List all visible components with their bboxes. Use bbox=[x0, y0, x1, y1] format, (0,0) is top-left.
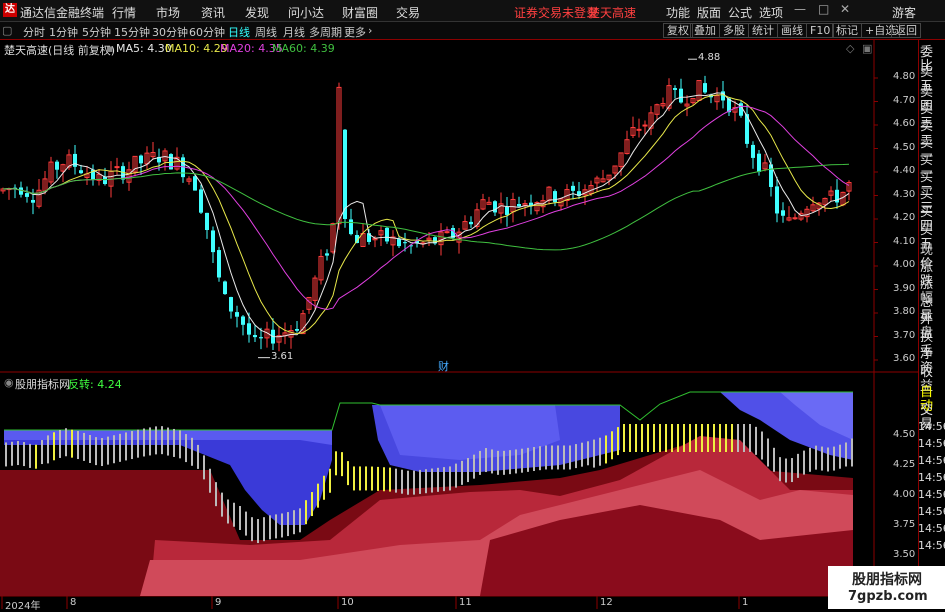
tick-time: 14:56 bbox=[918, 522, 945, 535]
indicator-axis-tick: 4.50 bbox=[893, 429, 916, 440]
indicator-axis-tick: 3.50 bbox=[893, 549, 916, 560]
watermark-text-1: 股朋指标网 bbox=[852, 572, 922, 588]
tick-time: 14:56 bbox=[918, 454, 945, 467]
price-axis-tick: 4.30 bbox=[893, 188, 916, 200]
sub-chart-title: 股朋指标网 bbox=[15, 378, 70, 391]
date-axis-label: 11 bbox=[459, 597, 472, 608]
watermark-text-2: 7gpzb.com bbox=[848, 589, 928, 604]
watermark-logo: 股朋指标网 7gpzb.com bbox=[828, 566, 945, 609]
price-axis-tick: 4.40 bbox=[893, 165, 916, 176]
price-axis-tick: 4.00 bbox=[893, 259, 916, 270]
date-axis-label: 2024年 bbox=[5, 601, 41, 612]
kline-chart[interactable] bbox=[0, 0, 945, 609]
tick-time: 14:56 bbox=[918, 437, 945, 450]
price-axis-tick: 4.60 bbox=[893, 118, 916, 129]
price-axis-tick: 4.70 bbox=[893, 94, 916, 106]
indicator-axis-tick: 3.75 bbox=[893, 519, 916, 530]
date-axis-label: 1 bbox=[742, 597, 749, 608]
tick-time: 14:56 bbox=[918, 471, 945, 484]
reversal-indicator-label: 反转: 4.24 bbox=[68, 378, 122, 391]
tick-time: 14:56 bbox=[918, 420, 945, 433]
price-axis-tick: 4.20 bbox=[893, 212, 916, 223]
indicator-axis-tick: 4.25 bbox=[893, 459, 916, 470]
price-axis-tick: 4.50 bbox=[893, 141, 916, 153]
date-axis-label: 10 bbox=[341, 597, 354, 608]
tick-time: 14:56 bbox=[918, 539, 945, 552]
sub-dropdown-icon[interactable]: ◉ bbox=[4, 376, 14, 389]
tick-time: 14:56 bbox=[918, 488, 945, 501]
low-price-label: 3.61 bbox=[271, 350, 294, 362]
tick-time: 14:56 bbox=[918, 505, 945, 518]
price-axis-tick: 4.80 bbox=[893, 71, 916, 82]
date-axis-label: 9 bbox=[215, 597, 222, 608]
date-axis-label: 12 bbox=[600, 597, 613, 608]
price-axis-tick: 3.80 bbox=[893, 306, 916, 317]
price-axis-tick: 3.60 bbox=[893, 353, 916, 364]
price-axis-tick: 3.70 bbox=[893, 329, 916, 341]
date-axis-label: 8 bbox=[70, 597, 77, 608]
indicator-axis-tick: 4.00 bbox=[893, 489, 916, 500]
price-axis-tick: 3.90 bbox=[893, 282, 916, 294]
financial-event-marker[interactable]: 财 bbox=[438, 358, 449, 374]
price-axis-tick: 4.10 bbox=[893, 235, 916, 247]
high-price-label: 4.88 bbox=[698, 52, 721, 64]
